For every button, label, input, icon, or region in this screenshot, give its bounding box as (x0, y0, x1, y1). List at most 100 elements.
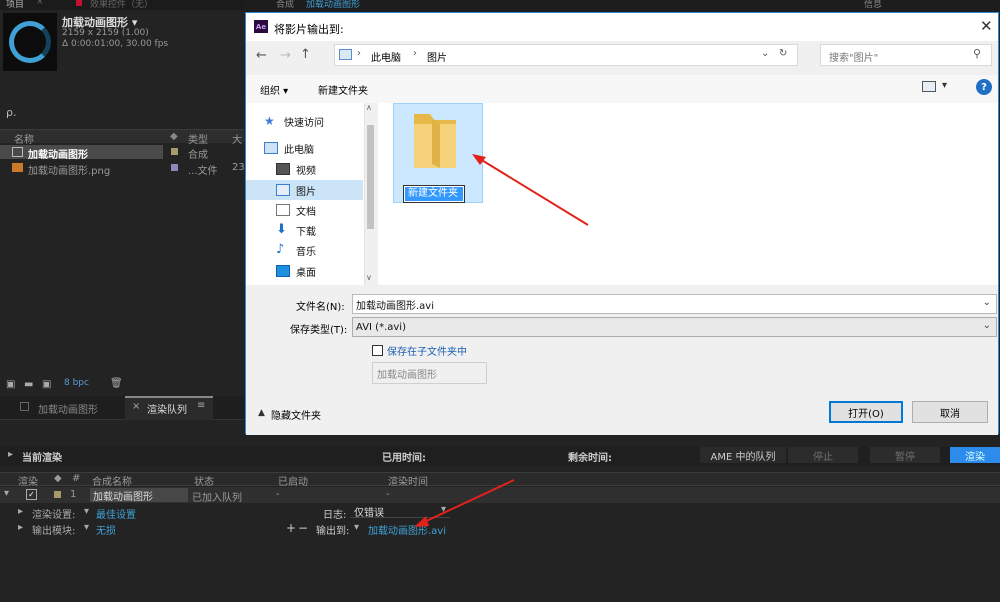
chevron-down-icon[interactable]: ▾ (942, 80, 947, 91)
help-icon[interactable]: ? (976, 79, 992, 95)
nav-item-documents[interactable]: 文档 (276, 200, 316, 220)
organize-button[interactable]: 组织 ▾ (260, 82, 288, 97)
col-comp-name[interactable]: 合成名称 (92, 473, 132, 488)
render-button[interactable]: 渲染 (950, 447, 1000, 463)
row-comp-name[interactable]: 加载动画图形 (90, 488, 188, 503)
comp-tab-name[interactable]: 加载动画图形 (306, 0, 360, 10)
ame-queue-button[interactable]: AME 中的队列 (700, 447, 786, 463)
tag-icon: ◆ (54, 473, 62, 484)
close-icon[interactable]: ✕ (980, 17, 993, 35)
back-arrow-icon[interactable]: ← (256, 48, 267, 63)
scroll-down-icon[interactable]: ∨ (366, 273, 372, 282)
tab-menu-icon[interactable]: ≡ (197, 400, 205, 411)
render-checkbox[interactable]: ✓ (26, 489, 37, 500)
new-comp-icon[interactable]: ▣ (42, 379, 51, 390)
up-arrow-icon[interactable]: ↑ (300, 47, 311, 62)
nav-item-this-pc[interactable]: 此电脑 (264, 138, 314, 158)
nav-item-music[interactable]: ♪ 音乐 (276, 240, 316, 260)
comp-tab[interactable]: 合成 (276, 0, 294, 10)
current-render-bar: ▸ 当前渲染 已用时间: 剩余时间: AME 中的队列 停止 暂停 渲染 (0, 447, 1000, 465)
col-status[interactable]: 状态 (194, 473, 214, 488)
project-tab[interactable]: 项目 (6, 0, 24, 10)
effect-controls-tab[interactable]: 效果控件（无） (90, 0, 153, 10)
hide-folders-button[interactable]: 隐藏文件夹 (271, 407, 321, 422)
log-value: 仅错误 (354, 508, 384, 519)
chevron-down-icon[interactable]: ▾ (84, 522, 89, 533)
search-icon[interactable]: ρ. (6, 106, 16, 119)
scroll-thumb[interactable] (367, 125, 374, 229)
expand-arrow-icon[interactable]: ▸ (18, 522, 23, 533)
filename-label: 文件名(N): (296, 302, 345, 313)
remove-output-icon[interactable]: − (298, 521, 308, 535)
trash-icon[interactable]: 🗑 (110, 378, 123, 389)
chevron-down-icon[interactable]: ⌄ (983, 297, 991, 308)
search-box[interactable]: 搜索"图片" ⚲ (820, 44, 992, 66)
pictures-icon (276, 184, 290, 196)
col-number[interactable]: # (72, 473, 80, 484)
col-started[interactable]: 已启动 (278, 473, 308, 488)
info-tab[interactable]: 信息 (864, 0, 882, 10)
filename-input[interactable]: 加载动画图形.avi ⌄ (352, 294, 997, 314)
search-icon[interactable]: ⚲ (973, 47, 981, 60)
stop-button[interactable]: 停止 (788, 447, 858, 463)
chevron-down-icon[interactable]: ▾ (84, 506, 89, 517)
nav-item-videos[interactable]: 视频 (276, 159, 316, 179)
subfolder-checkbox[interactable] (372, 345, 383, 356)
log-label: 日志: (323, 510, 347, 521)
nav-label: 音乐 (296, 246, 316, 258)
computer-icon (264, 142, 278, 154)
chevron-right-icon[interactable]: › (357, 48, 361, 59)
breadcrumb-item[interactable]: 图片 (427, 49, 447, 64)
bpc-toggle[interactable]: 8 bpc (64, 378, 89, 388)
nav-item-quick-access[interactable]: ★ 快速访问 (264, 111, 324, 131)
subfolder-name-input[interactable]: 加载动画图形 (372, 362, 487, 384)
add-output-icon[interactable]: + (286, 521, 296, 535)
close-icon[interactable]: × (36, 0, 44, 7)
output-module-value[interactable]: 无损 (96, 522, 116, 537)
open-button[interactable]: 打开(O) (829, 401, 903, 423)
col-name[interactable]: 名称 (14, 131, 34, 146)
new-folder-button[interactable]: 新建文件夹 (318, 82, 368, 97)
timeline-close-icon[interactable] (20, 402, 29, 411)
chevron-down-icon[interactable]: ⌄ (761, 48, 769, 59)
project-column-header: 名称 ◆ 类型 大 (0, 129, 244, 146)
cancel-button[interactable]: 取消 (912, 401, 988, 423)
new-folder-icon[interactable]: ▬ (24, 379, 33, 390)
view-options-icon[interactable] (922, 81, 936, 92)
nav-item-downloads[interactable]: ⬇ 下载 (276, 220, 316, 240)
cancel-button-label: 取消 (940, 408, 960, 420)
render-settings-value[interactable]: 最佳设置 (96, 506, 136, 521)
folder-rename-input[interactable]: 新建文件夹 (405, 187, 463, 201)
timeline-tab[interactable]: 加载动画图形 (38, 401, 98, 416)
chevron-up-icon[interactable]: ▲ (258, 408, 265, 418)
refresh-icon[interactable]: ↻ (779, 48, 787, 59)
chevron-down-icon[interactable]: ▾ (354, 522, 359, 533)
project-item-name[interactable]: 加载动画图形 (28, 146, 88, 161)
forward-arrow-icon[interactable]: → (280, 48, 291, 63)
expand-arrow-icon[interactable]: ▸ (8, 449, 13, 460)
pause-button[interactable]: 暂停 (870, 447, 940, 463)
subfolder-label[interactable]: 保存在子文件夹中 (387, 343, 467, 358)
chevron-down-icon[interactable]: ⌄ (983, 320, 991, 331)
nav-scrollbar[interactable]: ∧ ∨ (364, 103, 376, 285)
expand-arrow-icon[interactable]: ▾ (4, 488, 9, 499)
current-render-label: 当前渲染 (22, 453, 62, 464)
scroll-up-icon[interactable]: ∧ (366, 103, 372, 112)
chevron-right-icon[interactable]: › (413, 48, 417, 59)
render-queue-tab[interactable]: × 渲染队列 ≡ (125, 396, 213, 420)
tag-icon: ◆ (170, 131, 178, 142)
interpret-footage-icon[interactable]: ▣ (6, 379, 15, 390)
filetype-value: AVI (*.avi) (356, 321, 406, 333)
address-bar[interactable]: › 此电脑 › 图片 ⌄ ↻ (334, 44, 798, 66)
output-to-label: 输出到: (316, 526, 350, 537)
col-type[interactable]: 类型 (188, 131, 208, 146)
expand-arrow-icon[interactable]: ▸ (18, 506, 23, 517)
nav-item-pictures[interactable]: 图片 (276, 180, 316, 200)
filetype-select[interactable]: AVI (*.avi) ⌄ (352, 317, 997, 337)
project-item-name[interactable]: 加载动画图形.png (28, 162, 110, 177)
tab-close-icon[interactable]: × (132, 401, 140, 412)
col-size[interactable]: 大 (232, 131, 242, 146)
breadcrumb-item[interactable]: 此电脑 (371, 49, 401, 64)
nav-item-desktop[interactable]: 桌面 (276, 261, 316, 281)
col-render[interactable]: 渲染 (18, 473, 38, 488)
